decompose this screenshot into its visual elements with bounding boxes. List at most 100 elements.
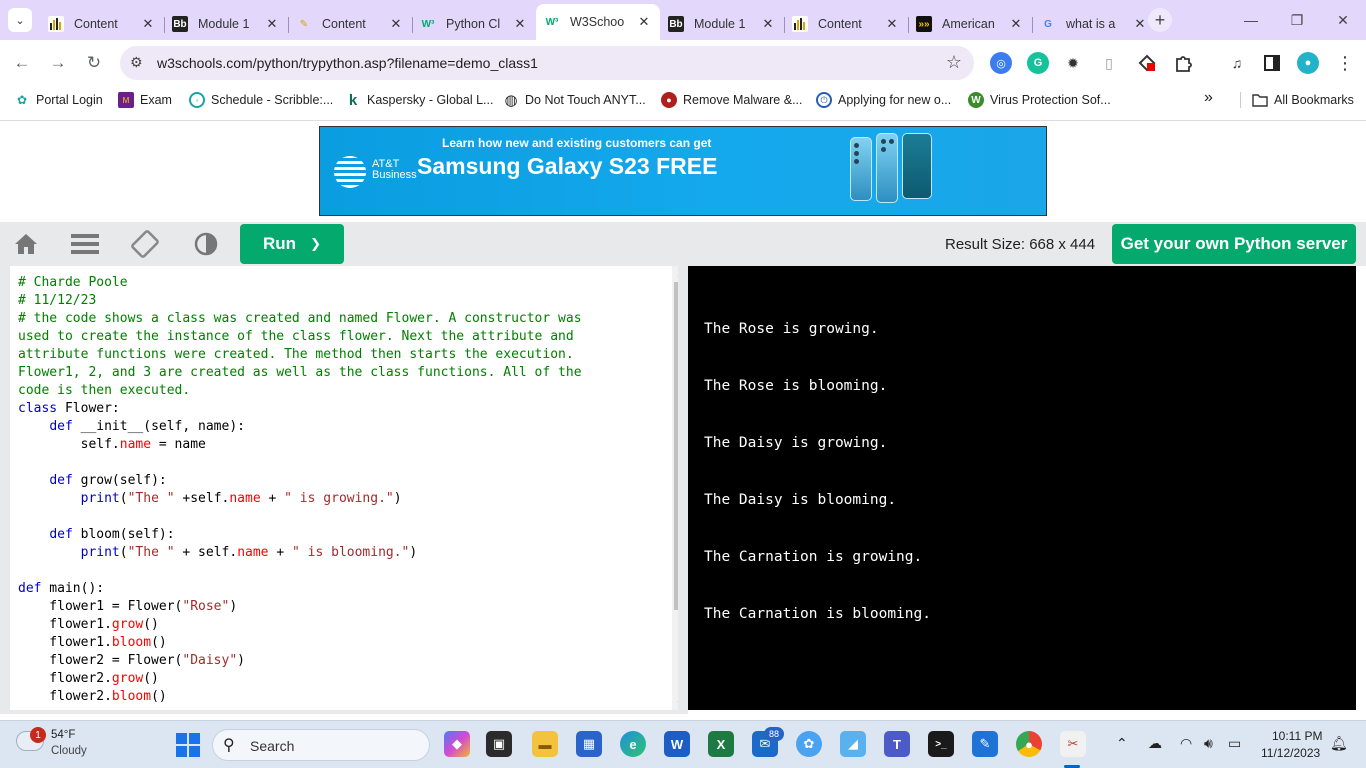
bookmarks-overflow-icon[interactable]: »: [1204, 89, 1213, 107]
chrome-icon[interactable]: ●: [1016, 731, 1042, 757]
globe-icon: ◍: [504, 92, 518, 109]
side-panel-icon[interactable]: [1261, 52, 1283, 74]
extension-lens-icon[interactable]: ◎: [990, 52, 1012, 74]
excel-icon[interactable]: X: [708, 731, 734, 757]
tab-content-1[interactable]: Content ✕: [40, 8, 165, 40]
gear-extension-icon[interactable]: ✹: [1062, 52, 1084, 74]
bookmark-kaspersky[interactable]: k Kaspersky - Global L...: [345, 92, 494, 109]
weather-description[interactable]: Cloudy: [51, 745, 87, 757]
tab-content-3[interactable]: Content ✕: [784, 8, 909, 40]
reload-icon[interactable]: ↻: [80, 49, 108, 77]
wifi-icon[interactable]: ◠: [1180, 735, 1192, 752]
grammarly-icon[interactable]: G: [1027, 52, 1049, 74]
bookmark-do-not-touch[interactable]: ◍ Do Not Touch ANYT...: [503, 92, 645, 109]
clock-date[interactable]: 11/12/2023: [1261, 746, 1320, 760]
tab-python-classes[interactable]: W³ Python Cl ✕: [412, 8, 536, 40]
file-explorer-icon[interactable]: ▬: [532, 731, 558, 757]
output-line: The Daisy is growing.: [704, 435, 888, 451]
bookmark-portal-login[interactable]: ✿ Portal Login: [14, 92, 103, 108]
bookmark-star-icon[interactable]: ☆: [946, 52, 962, 73]
bookmark-schedule[interactable]: ◦ Schedule - Scribble:...: [189, 92, 333, 108]
close-icon[interactable]: ✕: [512, 16, 528, 32]
home-icon[interactable]: [11, 229, 41, 259]
media-controls-icon[interactable]: ♫: [1226, 52, 1248, 74]
snipping-tool-icon[interactable]: ✂: [1060, 731, 1086, 757]
new-tab-button[interactable]: +: [1148, 8, 1172, 32]
url-text[interactable]: w3schools.com/python/trypython.asp?filen…: [157, 55, 538, 71]
address-bar[interactable]: ⚙ w3schools.com/python/trypython.asp?fil…: [120, 46, 974, 80]
notification-bell-icon[interactable]: 🔔︎: [1330, 735, 1348, 752]
ad-banner[interactable]: AT&T Business Learn how new and existing…: [319, 126, 1047, 216]
edge-icon[interactable]: e: [620, 731, 646, 757]
scroll-up-icon[interactable]: ▲: [672, 266, 678, 280]
close-icon[interactable]: ✕: [760, 16, 776, 32]
copilot-icon[interactable]: ◆: [444, 731, 470, 757]
teams-icon[interactable]: T: [884, 731, 910, 757]
tab-module-1b[interactable]: Bb Module 1 ✕: [660, 8, 785, 40]
phone-image: [902, 133, 932, 199]
bookmark-virus-protection[interactable]: W Virus Protection Sof...: [968, 92, 1111, 108]
browser-toolbar: ← → ↻ ⚙ w3schools.com/python/trypython.a…: [0, 40, 1366, 86]
task-view-icon[interactable]: ▣: [486, 731, 512, 757]
show-hidden-icons-chevron-icon[interactable]: ⌃: [1116, 735, 1128, 752]
tab-label: W3Schoo: [570, 15, 625, 29]
close-icon[interactable]: ✕: [1132, 16, 1148, 32]
code-text[interactable]: # Charde Poole # 11/12/23 # the code sho…: [18, 274, 582, 706]
close-icon[interactable]: ✕: [636, 14, 652, 30]
close-icon[interactable]: ✕: [884, 16, 900, 32]
code-editor[interactable]: # Charde Poole # 11/12/23 # the code sho…: [10, 266, 678, 710]
scroll-down-icon[interactable]: ▼: [672, 696, 678, 710]
bookmark-label: Remove Malware &...: [683, 93, 803, 107]
taskbar-search[interactable]: ⚲ Search: [212, 729, 430, 761]
window-close-icon[interactable]: ✕: [1320, 0, 1366, 40]
terminal-icon[interactable]: >_: [928, 731, 954, 757]
weather-temperature[interactable]: 54°F: [51, 729, 75, 741]
clock-time[interactable]: 10:11 PM: [1272, 729, 1322, 743]
site-settings-icon[interactable]: ⚙: [130, 54, 143, 71]
extensions-puzzle-icon[interactable]: [1172, 52, 1194, 74]
start-button[interactable]: [176, 733, 200, 757]
word-icon[interactable]: W: [664, 731, 690, 757]
restore-icon[interactable]: ❐: [1274, 0, 1320, 40]
tab-search-chevron-icon[interactable]: ⌄: [8, 8, 32, 32]
get-python-server-button[interactable]: Get your own Python server: [1112, 224, 1356, 264]
paint-icon[interactable]: ✎: [972, 731, 998, 757]
rotate-orientation-icon[interactable]: [130, 229, 160, 259]
onedrive-icon[interactable]: ☁: [1148, 735, 1162, 752]
tab-w3schools-active[interactable]: W³ W3Schoo ✕: [536, 4, 660, 40]
close-icon[interactable]: ✕: [1008, 16, 1024, 32]
store-icon[interactable]: ▦: [576, 731, 602, 757]
tab-strip: ⌄ Content ✕ Bb Module 1 ✕ ✎ Content ✕ W³…: [0, 0, 1366, 40]
back-arrow-icon[interactable]: ←: [8, 49, 36, 77]
dark-mode-icon[interactable]: [191, 229, 221, 259]
tab-module-1[interactable]: Bb Module 1 ✕: [164, 8, 289, 40]
tab-american[interactable]: »» American ✕: [908, 8, 1033, 40]
forward-arrow-icon[interactable]: →: [44, 49, 72, 77]
close-icon[interactable]: ✕: [140, 16, 156, 32]
close-icon[interactable]: ✕: [388, 16, 404, 32]
tab-google-search[interactable]: G what is a ✕: [1032, 8, 1156, 40]
w3schools-icon: W³: [421, 18, 435, 30]
photos-icon[interactable]: ✿: [796, 731, 822, 757]
document-icon: ✎: [299, 18, 309, 30]
battery-icon[interactable]: ▭: [1228, 735, 1241, 752]
all-bookmarks-label: All Bookmarks: [1274, 93, 1354, 107]
shield-extension-icon[interactable]: [1136, 52, 1158, 74]
run-button[interactable]: Run ❯: [240, 224, 344, 264]
profile-avatar[interactable]: ●: [1297, 52, 1319, 74]
output-line: The Rose is blooming.: [704, 378, 888, 394]
snipping-icon[interactable]: ◢: [840, 731, 866, 757]
menu-kebab-icon[interactable]: ⋮: [1334, 52, 1356, 74]
puzzle-blank-icon[interactable]: ▯: [1098, 52, 1120, 74]
bookmark-remove-malware[interactable]: ● Remove Malware &...: [661, 92, 802, 108]
all-bookmarks[interactable]: All Bookmarks: [1252, 92, 1354, 108]
editor-scrollbar[interactable]: ▲ ▼: [672, 266, 678, 710]
minimize-icon[interactable]: —: [1228, 0, 1274, 40]
menu-icon[interactable]: [70, 229, 100, 259]
volume-icon[interactable]: 🔊︎: [1204, 735, 1213, 752]
scrollbar-thumb[interactable]: [674, 282, 678, 610]
bookmark-exam[interactable]: M Exam: [118, 92, 172, 108]
close-icon[interactable]: ✕: [264, 16, 280, 32]
tab-content-2[interactable]: ✎ Content ✕: [288, 8, 413, 40]
bookmark-applying[interactable]: ⏻ Applying for new o...: [816, 92, 951, 108]
